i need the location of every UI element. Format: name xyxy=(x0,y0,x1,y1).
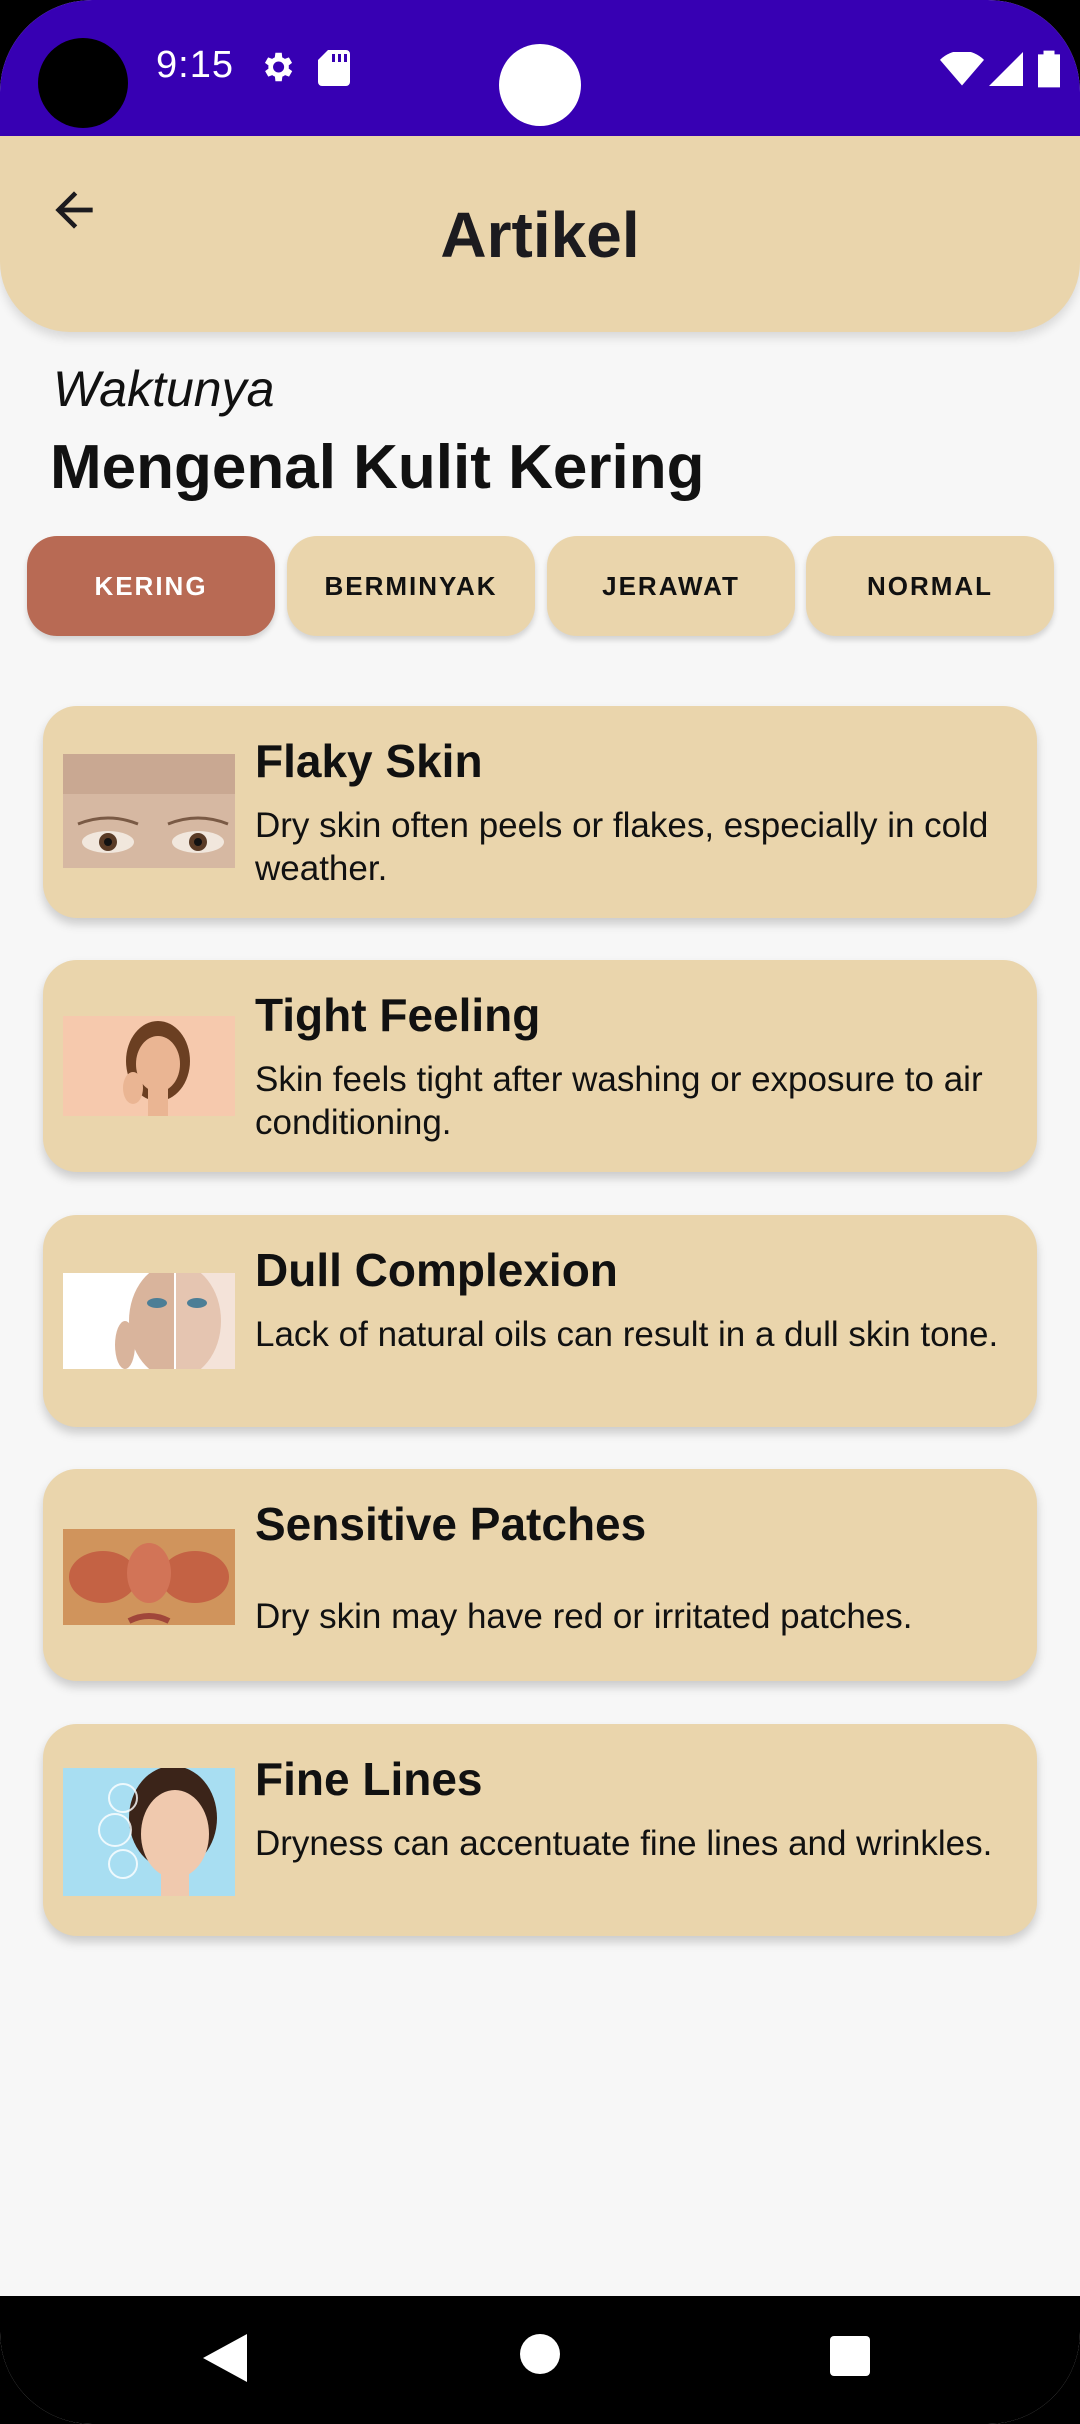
article-title: Fine Lines xyxy=(255,1753,483,1805)
tab-jerawat[interactable]: JERAWAT xyxy=(547,536,795,636)
status-bar: 9:15 xyxy=(0,0,1080,136)
article-description: Dry skin may have red or irritated patch… xyxy=(255,1597,913,1636)
camera-cutout xyxy=(499,44,581,126)
article-description: Lack of natural oils can result in a dul… xyxy=(255,1315,999,1354)
front-camera xyxy=(38,38,128,128)
section-headline: Mengenal Kulit Kering xyxy=(50,433,705,502)
page-title: Artikel xyxy=(440,199,640,271)
article-title: Dull Complexion xyxy=(255,1244,618,1296)
sdcard-icon xyxy=(318,50,350,86)
article-title: Tight Feeling xyxy=(255,989,541,1041)
recents-square-icon[interactable] xyxy=(830,2336,870,2376)
back-triangle-icon[interactable] xyxy=(203,2334,247,2382)
flaky-skin-image xyxy=(63,754,235,868)
tab-normal[interactable]: NORMAL xyxy=(806,536,1054,636)
top-app-bar: Artikel xyxy=(0,136,1080,332)
home-circle-icon[interactable] xyxy=(520,2334,560,2374)
gear-icon xyxy=(264,52,293,82)
tab-berminyak[interactable]: BERMINYAK xyxy=(287,536,535,636)
phone-screen: 9:15 Artikel Waktunya Mengenal Kulit Ker… xyxy=(0,0,1080,2424)
dull-complexion-image xyxy=(63,1273,235,1369)
sensitive-patches-image xyxy=(63,1529,235,1625)
article-title: Sensitive Patches xyxy=(255,1498,647,1550)
article-title: Flaky Skin xyxy=(255,735,483,787)
system-navigation-bar xyxy=(0,2296,1080,2424)
fine-lines-image xyxy=(63,1768,235,1896)
article-card-fine-lines[interactable]: Fine Lines Dryness can accentuate fine l… xyxy=(43,1724,1037,1936)
section-subtitle: Waktunya xyxy=(53,361,275,417)
wifi-icon xyxy=(940,52,984,86)
status-time: 9:15 xyxy=(156,44,234,86)
battery-icon xyxy=(1038,50,1060,88)
article-card-tight-feeling[interactable]: Tight Feeling Skin feels tight after was… xyxy=(43,960,1037,1172)
article-description: Skin feels tight after washing or exposu… xyxy=(255,1060,983,1142)
article-card-dull-complexion[interactable]: Dull Complexion Lack of natural oils can… xyxy=(43,1215,1037,1427)
tight-feeling-image xyxy=(63,1016,235,1116)
article-description: Dryness can accentuate fine lines and wr… xyxy=(255,1824,993,1863)
signal-icon xyxy=(989,52,1023,86)
tab-kering[interactable]: KERING xyxy=(27,536,275,636)
article-card-sensitive-patches[interactable]: Sensitive Patches Dry skin may have red … xyxy=(43,1469,1037,1681)
article-description: Dry skin often peels or flakes, especial… xyxy=(255,806,989,888)
article-card-flaky-skin[interactable]: Flaky Skin Dry skin often peels or flake… xyxy=(43,706,1037,918)
